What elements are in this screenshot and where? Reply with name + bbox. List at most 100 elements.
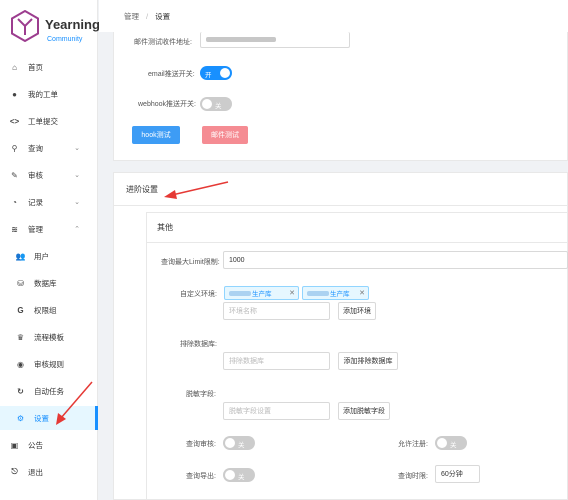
switch-state: 关 — [238, 442, 245, 449]
sidebar-item-records[interactable]: ◔ 记录 ⌄ — [0, 190, 98, 214]
home-icon: ⌂ — [12, 62, 17, 72]
sidebar-item-announcement[interactable]: ▣ 公告 — [0, 433, 98, 457]
sidebar-item-flow-template[interactable]: ♛ 流程模板 — [0, 325, 98, 349]
switch-state: 关 — [238, 474, 245, 481]
env-name-input[interactable]: 环境名称 — [223, 302, 330, 320]
mail-receiver-label: 邮件测试收件地址: — [134, 39, 192, 46]
sidebar-item-label: 管理 — [28, 224, 43, 234]
layers-icon: ≋ — [11, 224, 18, 234]
sidebar-item-label: 我的工单 — [28, 89, 58, 99]
hook-test-button[interactable]: hook测试 — [132, 126, 180, 144]
brand-logo[interactable]: Yearning Community — [0, 0, 100, 52]
sidebar-item-label: 记录 — [28, 197, 43, 207]
env-tag-label: 生产库 — [252, 291, 272, 298]
query-timeout-label: 查询时限: — [398, 473, 428, 480]
sidebar-item-users[interactable]: 👥 用户 — [0, 244, 98, 268]
custom-env-label: 自定义环境: — [180, 291, 217, 298]
query-limit-value: 1000 — [229, 256, 245, 264]
switch-state: 关 — [215, 103, 222, 110]
input-placeholder: 排除数据库 — [229, 358, 264, 365]
sidebar-item-label: 审核规则 — [34, 359, 64, 369]
sidebar-item-label: 工单提交 — [28, 116, 58, 126]
sidebar-item-label: 权限组 — [34, 305, 57, 315]
clipboard-icon: ▣ — [10, 440, 19, 450]
breadcrumb-parent[interactable]: 管理 — [124, 11, 139, 22]
mail-test-button[interactable]: 邮件测试 — [202, 126, 248, 144]
input-placeholder: 脱敏字段设置 — [229, 408, 271, 415]
sidebar-item-database[interactable]: ⛁ 数据库 — [0, 271, 98, 295]
switch-state: 开 — [205, 72, 212, 79]
close-icon[interactable]: ✕ — [289, 289, 295, 297]
dashboard-icon: ◉ — [17, 359, 24, 369]
query-timeout-input[interactable]: 60分钟 — [435, 465, 480, 483]
email-push-switch[interactable]: 开 — [200, 66, 232, 80]
mail-settings-card — [113, 32, 568, 161]
logout-icon: ⎋ — [11, 467, 18, 476]
sidebar-item-settings[interactable]: ⚙ 设置 — [0, 406, 98, 430]
sidebar-item-auto-task[interactable]: ↻ 自动任务 — [0, 379, 98, 403]
switch-state: 关 — [450, 442, 457, 449]
sidebar-item-audit[interactable]: ✎ 审核 ⌄ — [0, 163, 98, 187]
add-mask-field-button[interactable]: 添加脱敏字段 — [338, 402, 390, 420]
redacted-email — [206, 37, 276, 42]
sidebar-item-audit-rules[interactable]: ◉ 审核规则 — [0, 352, 98, 376]
query-audit-switch[interactable]: 关 — [223, 436, 255, 450]
env-tag[interactable]: 生产库 ✕ — [302, 286, 369, 300]
allow-register-label: 允许注册: — [398, 441, 428, 448]
sidebar-item-home[interactable]: ⌂ 首页 — [0, 55, 98, 79]
add-exclude-db-button[interactable]: 添加排除数据库 — [338, 352, 398, 370]
query-export-label: 查询导出: — [186, 473, 216, 480]
exclude-db-input[interactable]: 排除数据库 — [223, 352, 330, 370]
query-export-switch[interactable]: 关 — [223, 468, 255, 482]
query-audit-label: 查询审核: — [186, 441, 216, 448]
sidebar-item-label: 首页 — [28, 62, 43, 72]
trophy-icon: ♛ — [16, 332, 25, 342]
sidebar-item-my-tickets[interactable]: ● 我的工单 — [0, 82, 98, 106]
sidebar-item-label: 退出 — [28, 467, 43, 477]
webhook-push-label: webhook推送开关: — [138, 101, 196, 108]
gear-icon: ⚙ — [16, 413, 25, 423]
sidebar-item-submit-ticket[interactable]: <> 工单提交 — [0, 109, 98, 133]
sidebar-item-label: 流程模板 — [34, 332, 64, 342]
mask-field-input[interactable]: 脱敏字段设置 — [223, 402, 330, 420]
brand-subtitle: Community — [47, 36, 83, 43]
allow-register-switch[interactable]: 关 — [435, 436, 467, 450]
query-limit-input[interactable]: 1000 — [223, 251, 568, 269]
breadcrumb: 管理 / 设置 — [99, 0, 568, 32]
sidebar: Yearning Community ⌂ 首页 ● 我的工单 <> 工单提交 ⚲… — [0, 0, 100, 500]
sidebar-item-label: 查询 — [28, 143, 43, 153]
sidebar-item-label: 审核 — [28, 170, 43, 180]
breadcrumb-separator: / — [146, 11, 149, 21]
webhook-push-switch[interactable]: 关 — [200, 97, 232, 111]
search-icon: ⚲ — [11, 143, 18, 153]
email-push-label: email推送开关: — [148, 71, 195, 78]
switch-knob — [220, 68, 230, 78]
close-icon[interactable]: ✕ — [359, 289, 365, 297]
switch-knob — [437, 438, 447, 448]
chevron-down-icon: ⌄ — [74, 172, 80, 179]
redacted-text — [307, 290, 329, 296]
edit-icon: ✎ — [11, 170, 18, 180]
sidebar-item-permission-group[interactable]: G 权限组 — [0, 298, 98, 322]
advanced-settings-title: 进阶设置 — [114, 173, 567, 206]
sidebar-item-label: 公告 — [28, 440, 43, 450]
google-icon: G — [17, 305, 24, 315]
sidebar-item-query[interactable]: ⚲ 查询 ⌄ — [0, 136, 98, 160]
add-env-button[interactable]: 添加环境 — [338, 302, 376, 320]
user-icon: ● — [12, 89, 17, 99]
switch-knob — [225, 470, 235, 480]
breadcrumb-current: 设置 — [155, 11, 171, 21]
sidebar-item-manage[interactable]: ≋ 管理 ⌃ — [0, 217, 98, 241]
team-icon: 👥 — [15, 251, 26, 261]
env-tag[interactable]: 生产库 ✕ — [224, 286, 299, 300]
sidebar-item-label: 自动任务 — [34, 386, 64, 396]
sidebar-item-label: 用户 — [34, 251, 49, 261]
sidebar-item-logout[interactable]: ⎋ 退出 — [0, 460, 98, 484]
yearning-logo-icon — [11, 10, 39, 42]
database-icon: ⛁ — [17, 278, 24, 288]
mail-receiver-input[interactable] — [200, 32, 350, 48]
env-tag-label: 生产库 — [330, 291, 350, 298]
pie-chart-icon: ◔ — [12, 197, 17, 207]
input-placeholder: 环境名称 — [229, 308, 257, 315]
chevron-down-icon: ⌄ — [74, 199, 80, 206]
